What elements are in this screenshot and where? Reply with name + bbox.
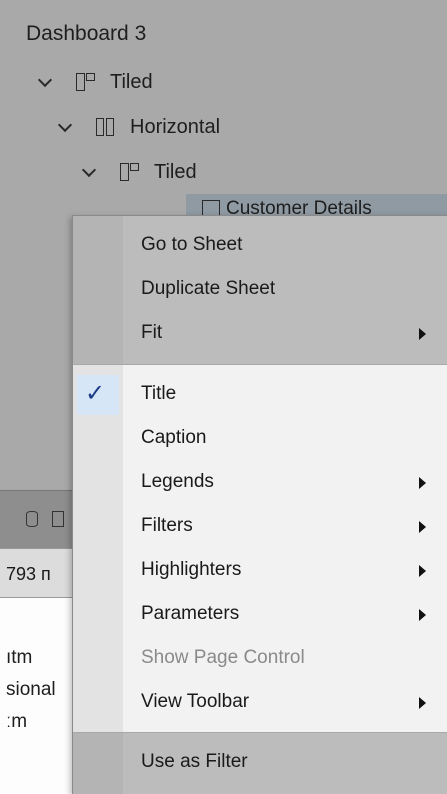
submenu-arrow-icon xyxy=(419,477,426,489)
submenu-arrow-icon xyxy=(419,697,426,709)
menu-section-display: ✓ Title Caption Legends Filters Highligh… xyxy=(73,365,447,732)
tiled-container-icon xyxy=(76,73,95,91)
menu-section-filter: Use as Filter xyxy=(73,733,447,794)
tree-item-label: Horizontal xyxy=(130,115,221,138)
menu-item-parameters[interactable]: Parameters xyxy=(73,593,447,637)
menu-item-filters[interactable]: Filters xyxy=(73,505,447,549)
menu-item-show-page-control: Show Page Control xyxy=(141,647,305,668)
size-field[interactable]: 793 п xyxy=(0,548,72,598)
menu-item-title[interactable]: ✓ Title xyxy=(73,373,447,417)
menu-item-use-as-filter[interactable]: Use as Filter xyxy=(73,741,447,785)
menu-item-caption[interactable]: Caption xyxy=(73,417,447,461)
chevron-down-icon[interactable] xyxy=(36,72,54,88)
chevron-down-icon[interactable] xyxy=(56,117,74,133)
context-menu: Go to Sheet Duplicate Sheet Fit ✓ Title … xyxy=(72,215,447,794)
list-item[interactable]: sional xyxy=(6,679,56,701)
horizontal-container-icon xyxy=(96,118,114,136)
tree-item-tiled-1[interactable]: Tiled xyxy=(36,68,153,96)
data-tab[interactable] xyxy=(0,490,72,549)
submenu-arrow-icon xyxy=(419,328,426,340)
submenu-arrow-icon xyxy=(419,609,426,621)
database-icon xyxy=(26,511,38,527)
submenu-arrow-icon xyxy=(419,565,426,577)
menu-item-legends[interactable]: Legends xyxy=(73,461,447,505)
tree-item-tiled-2[interactable]: Tiled xyxy=(80,158,197,186)
checkmark-icon: ✓ xyxy=(85,380,106,407)
menu-item-go-to-sheet[interactable]: Go to Sheet xyxy=(73,224,447,268)
submenu-arrow-icon xyxy=(419,521,426,533)
dashboard-title: Dashboard 3 xyxy=(26,22,147,45)
menu-item-duplicate-sheet[interactable]: Duplicate Sheet xyxy=(73,268,447,312)
chevron-down-icon[interactable] xyxy=(80,162,98,178)
objects-list: ıtm sional ːm xyxy=(0,599,72,793)
tree-item-label: Tiled xyxy=(154,160,197,183)
tiled-container-icon xyxy=(120,163,139,181)
menu-item-highlighters[interactable]: Highlighters xyxy=(73,549,447,593)
tree-item-label: Tiled xyxy=(110,70,153,93)
list-item[interactable]: ːm xyxy=(6,711,27,733)
tab-icon xyxy=(52,511,64,527)
menu-section-sheet: Go to Sheet Duplicate Sheet Fit xyxy=(73,216,447,364)
menu-item-fit[interactable]: Fit xyxy=(73,312,447,356)
list-item[interactable]: ıtm xyxy=(6,647,32,669)
tree-item-horizontal[interactable]: Horizontal xyxy=(56,113,220,141)
menu-item-view-toolbar[interactable]: View Toolbar xyxy=(73,681,447,725)
